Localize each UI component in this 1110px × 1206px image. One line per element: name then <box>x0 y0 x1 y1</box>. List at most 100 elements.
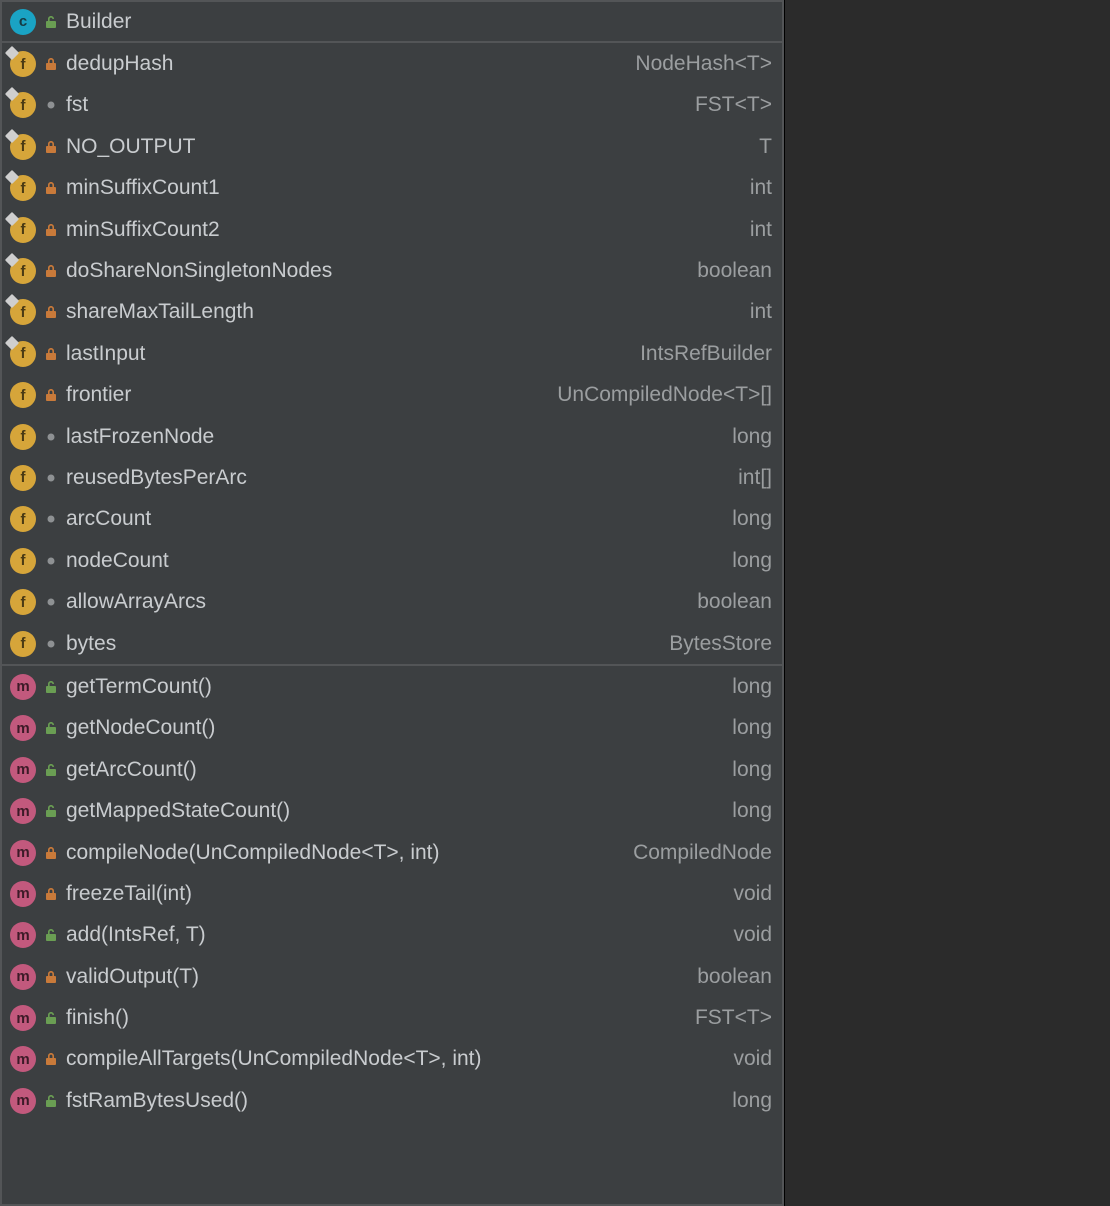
fields-row[interactable]: reusedBytesPerArcint[] <box>2 457 782 498</box>
visibility-icon <box>44 96 58 114</box>
field-icon <box>10 548 36 574</box>
fields-row[interactable]: frontierUnCompiledNode<T>[] <box>2 375 782 416</box>
class-name: Builder <box>66 10 772 34</box>
fields-row[interactable]: fst FST<T> <box>2 85 782 126</box>
fields-name: dedupHash <box>66 52 627 76</box>
class-header-row[interactable]: Builder <box>2 2 782 43</box>
methods-row[interactable]: validOutput(T)boolean <box>2 956 782 997</box>
visibility-icon <box>44 138 58 156</box>
methods-type: void <box>733 1047 772 1071</box>
fields-name: lastFrozenNode <box>66 425 724 449</box>
method-icon <box>10 715 36 741</box>
methods-name: getMappedStateCount() <box>66 799 724 823</box>
fields-row[interactable]: shareMaxTailLength int <box>2 292 782 333</box>
fields-type: NodeHash<T> <box>635 52 772 76</box>
methods-type: boolean <box>697 965 772 989</box>
fields-type: long <box>732 425 772 449</box>
visibility-icon <box>44 345 58 363</box>
fields-row[interactable]: NO_OUTPUTT <box>2 126 782 167</box>
fields-type: T <box>759 135 772 159</box>
methods-row[interactable]: getNodeCount() long <box>2 708 782 749</box>
methods-row[interactable]: compileNode(UnCompiledNode<T>, int)Compi… <box>2 832 782 873</box>
methods-type: CompiledNode <box>633 841 772 865</box>
visibility-icon <box>44 13 58 31</box>
visibility-icon <box>44 303 58 321</box>
field-icon <box>10 465 36 491</box>
fields-type: IntsRefBuilder <box>640 342 772 366</box>
fields-type: boolean <box>697 259 772 283</box>
methods-name: add(IntsRef, T) <box>66 923 725 947</box>
methods-name: getNodeCount() <box>66 716 724 740</box>
visibility-icon <box>44 1009 58 1027</box>
fields-row[interactable]: dedupHash NodeHash<T> <box>2 43 782 84</box>
visibility-icon <box>44 428 58 446</box>
visibility-icon <box>44 844 58 862</box>
methods-type: void <box>733 882 772 906</box>
visibility-icon <box>44 552 58 570</box>
visibility-icon <box>44 635 58 653</box>
field-icon <box>10 51 36 77</box>
methods-row[interactable]: getMappedStateCount()long <box>2 790 782 831</box>
visibility-icon <box>44 262 58 280</box>
fields-row[interactable]: doShareNonSingletonNodes boolean <box>2 250 782 291</box>
methods-name: freezeTail(int) <box>66 882 725 906</box>
fields-row[interactable]: lastFrozenNode long <box>2 416 782 457</box>
field-icon <box>10 631 36 657</box>
visibility-icon <box>44 968 58 986</box>
fields-type: long <box>732 507 772 531</box>
field-icon <box>10 134 36 160</box>
methods-row[interactable]: finish()FST<T> <box>2 997 782 1038</box>
method-icon <box>10 674 36 700</box>
method-icon <box>10 757 36 783</box>
methods-row[interactable]: getTermCount()long <box>2 666 782 707</box>
fields-row[interactable]: lastInputIntsRefBuilder <box>2 333 782 374</box>
fields-type: FST<T> <box>695 93 772 117</box>
method-icon <box>10 840 36 866</box>
methods-row[interactable]: freezeTail(int) void <box>2 873 782 914</box>
method-icon <box>10 922 36 948</box>
methods-name: fstRamBytesUsed() <box>66 1089 724 1113</box>
fields-name: fst <box>66 93 687 117</box>
fields-row[interactable]: minSuffixCount2int <box>2 209 782 250</box>
methods-type: long <box>732 716 772 740</box>
method-icon <box>10 964 36 990</box>
fields-type: int <box>750 300 772 324</box>
visibility-icon <box>44 179 58 197</box>
field-icon <box>10 217 36 243</box>
visibility-icon <box>44 510 58 528</box>
methods-type: long <box>732 675 772 699</box>
fields-name: reusedBytesPerArc <box>66 466 730 490</box>
visibility-icon <box>44 1050 58 1068</box>
fields-name: minSuffixCount2 <box>66 218 742 242</box>
methods-row[interactable]: fstRamBytesUsed()long <box>2 1080 782 1121</box>
pin-icon <box>5 46 19 60</box>
methods-row[interactable]: add(IntsRef, T) void <box>2 915 782 956</box>
pin-icon <box>5 253 19 267</box>
fields-name: arcCount <box>66 507 724 531</box>
fields-row[interactable]: bytesBytesStore <box>2 623 782 664</box>
methods-row[interactable]: compileAllTargets(UnCompiledNode<T>, int… <box>2 1039 782 1080</box>
fields-row[interactable]: allowArrayArcsboolean <box>2 581 782 622</box>
methods-type: FST<T> <box>695 1006 772 1030</box>
method-icon <box>10 1088 36 1114</box>
fields-row[interactable]: minSuffixCount1int <box>2 168 782 209</box>
method-icon <box>10 1046 36 1072</box>
visibility-icon <box>44 802 58 820</box>
methods-type: long <box>732 758 772 782</box>
methods-list: getTermCount()longgetNodeCount()longgetA… <box>2 664 782 1121</box>
fields-row[interactable]: nodeCountlong <box>2 540 782 581</box>
visibility-icon <box>44 885 58 903</box>
visibility-icon <box>44 55 58 73</box>
pin-icon <box>5 170 19 184</box>
methods-row[interactable]: getArcCount()long <box>2 749 782 790</box>
fields-name: doShareNonSingletonNodes <box>66 259 689 283</box>
fields-name: shareMaxTailLength <box>66 300 742 324</box>
fields-row[interactable]: arcCount long <box>2 499 782 540</box>
fields-name: minSuffixCount1 <box>66 176 742 200</box>
pin-icon <box>5 87 19 101</box>
visibility-icon <box>44 593 58 611</box>
field-icon <box>10 341 36 367</box>
methods-type: void <box>733 923 772 947</box>
visibility-icon <box>44 761 58 779</box>
visibility-icon <box>44 1092 58 1110</box>
